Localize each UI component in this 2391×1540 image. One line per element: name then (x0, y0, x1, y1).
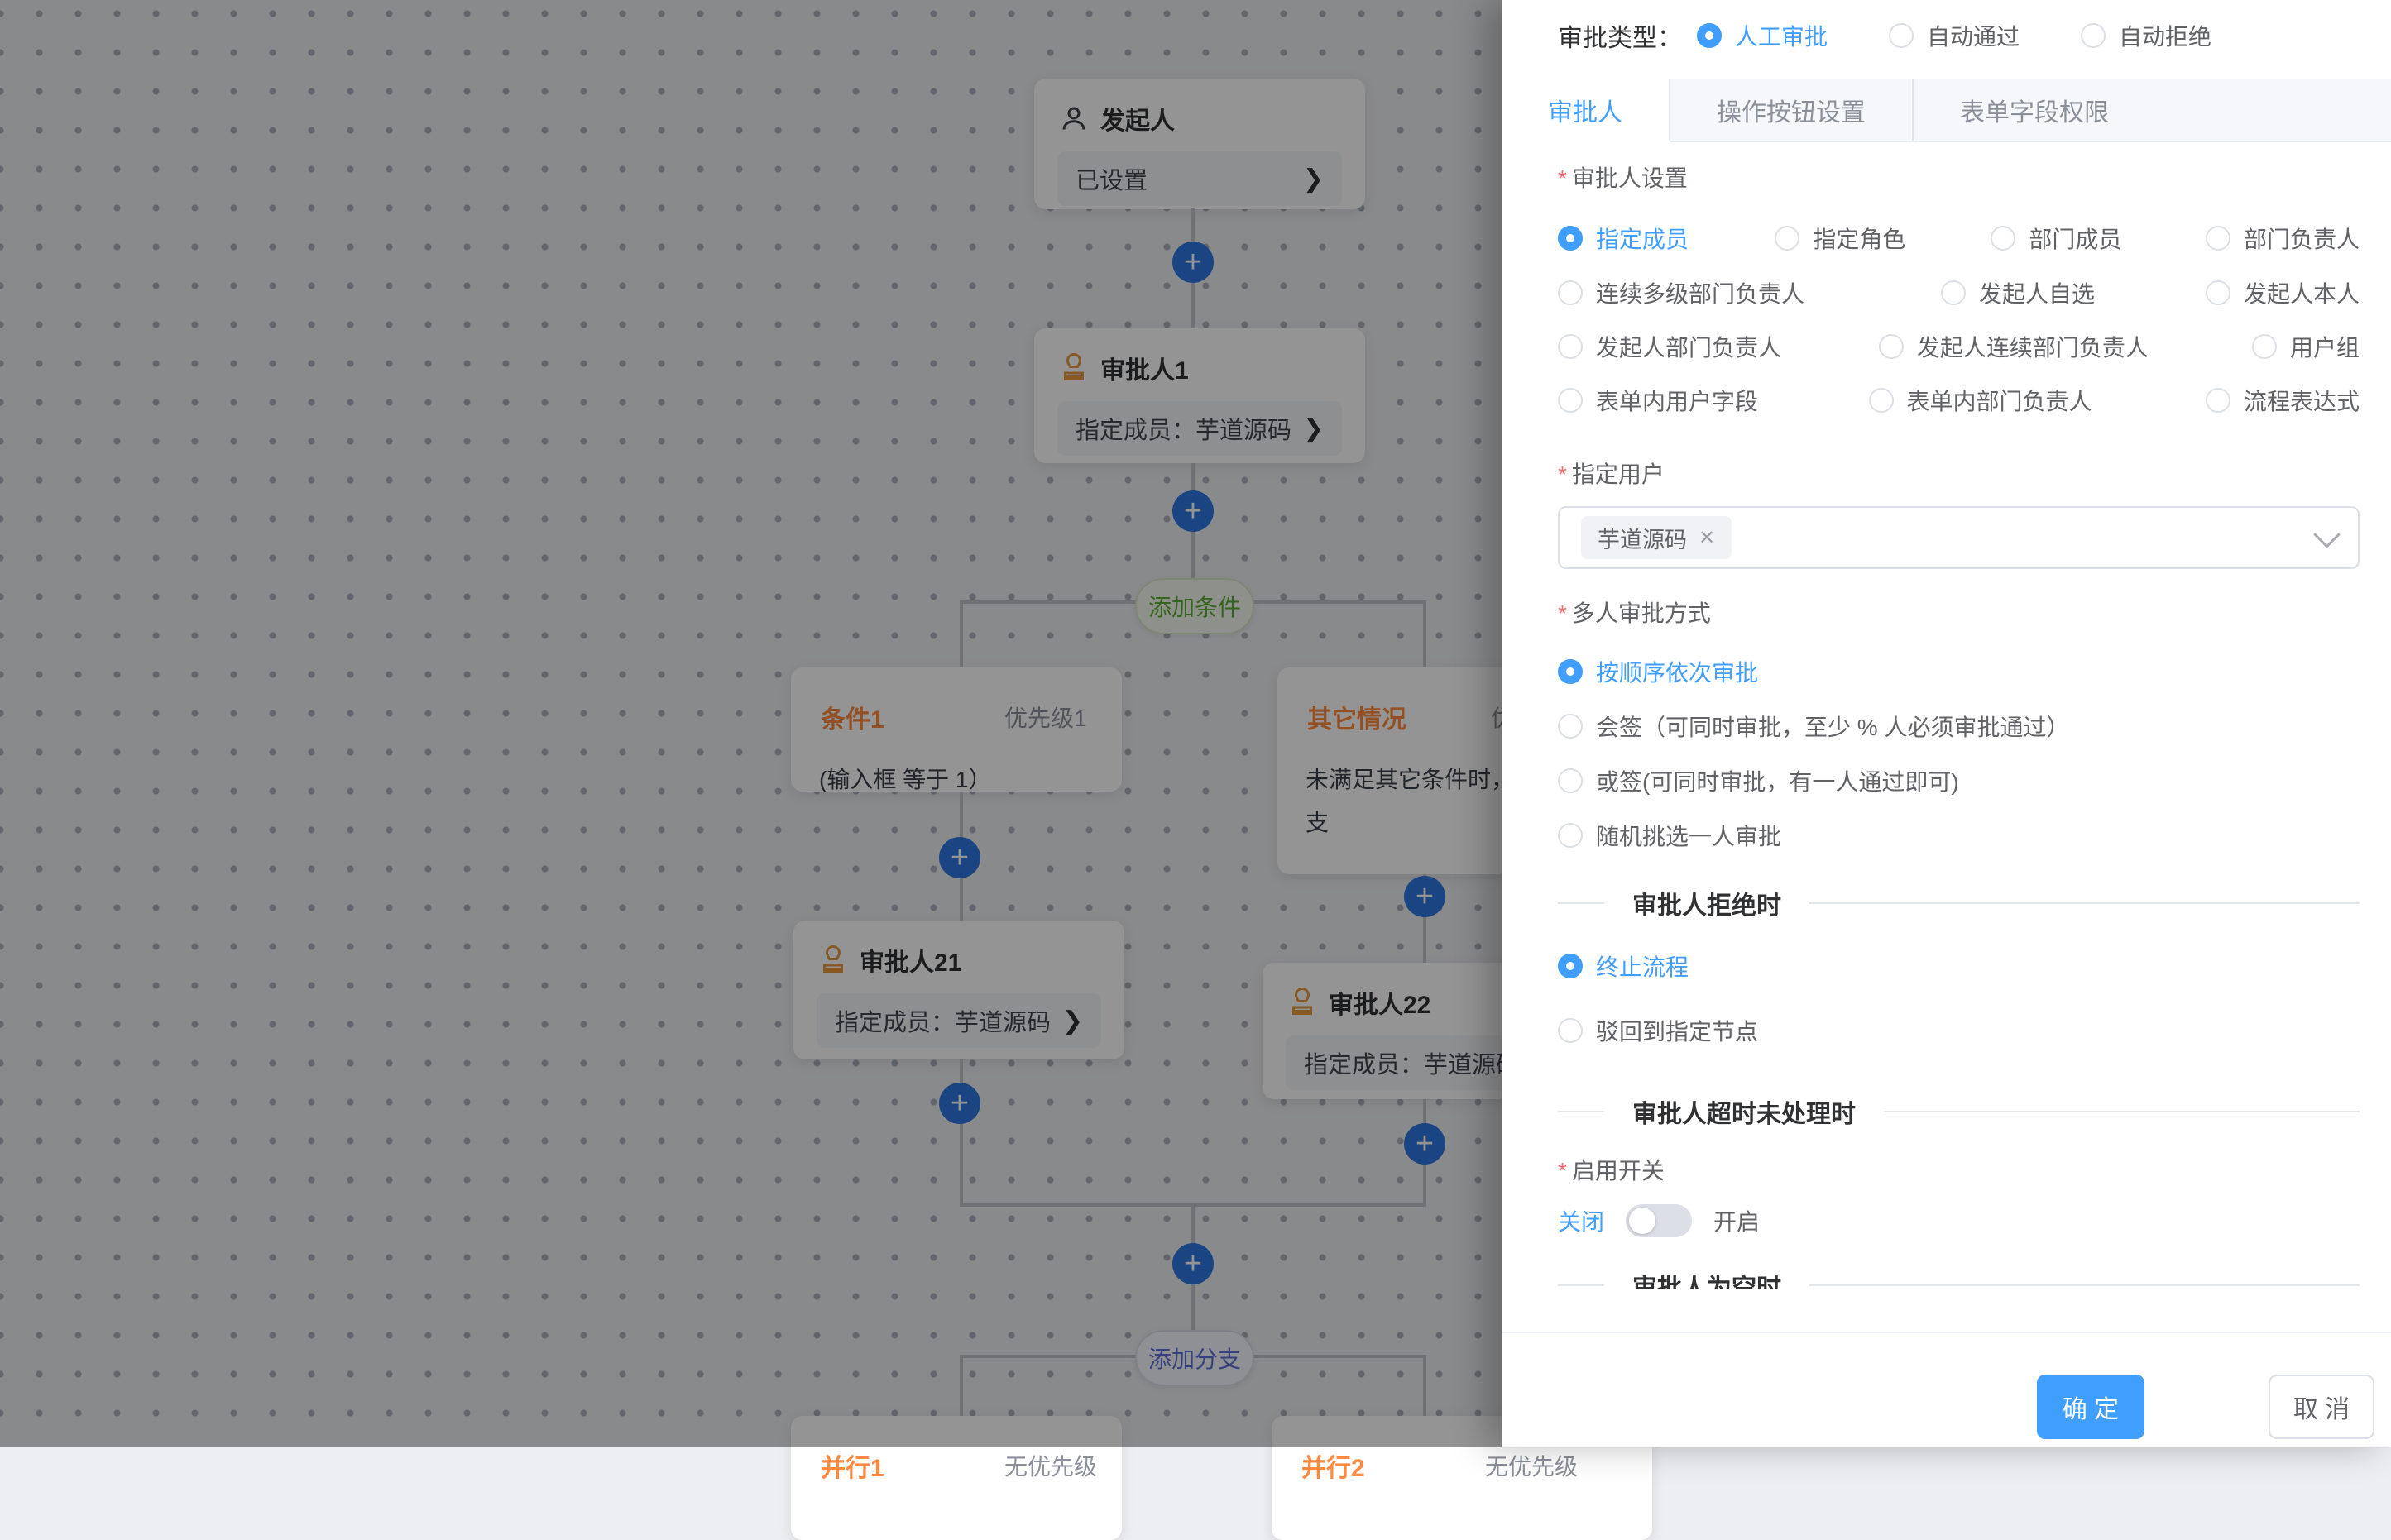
tab-approver[interactable]: 审批人 (1502, 79, 1670, 142)
radio-icon (1869, 388, 1894, 413)
user-tag: 芋道源码 ✕ (1581, 516, 1732, 559)
radio-form-user-field[interactable]: 表单内用户字段 (1558, 384, 1869, 417)
timeout-divider: 审批人超时未处理时 (1558, 1093, 2360, 1130)
radio-starter-multi-dept-leader[interactable]: 发起人连续部门负责人 (1879, 330, 2252, 363)
radio-icon (1889, 23, 1914, 48)
approval-type-row: 审批类型： 人工审批 自动通过 自动拒绝 (1558, 12, 2374, 60)
radio-random-one[interactable]: 随机挑选一人审批 (1558, 819, 2360, 852)
radio-icon (1775, 226, 1799, 251)
empty-approver-section-title: 审批人为空时 (1632, 1267, 1781, 1289)
radio-icon (1558, 388, 1583, 413)
empty-approver-divider: 审批人为空时 (1558, 1267, 2360, 1289)
radio-process-expression[interactable]: 流程表达式 (2206, 384, 2360, 417)
approver-settings-drawer: 审批类型： 人工审批 自动通过 自动拒绝 审批人 操作按钮设置 表单字段权限 *… (1502, 0, 2391, 1447)
assign-options-row2: 连续多级部门负责人 发起人自选 发起人本人 (1558, 276, 2360, 309)
drawer-footer: 确 定 取 消 (1502, 1332, 2391, 1447)
timeout-toggle[interactable] (1626, 1204, 1692, 1237)
switch-off-label: 关闭 (1558, 1204, 1604, 1237)
radio-user-group[interactable]: 用户组 (2252, 330, 2360, 363)
radio-icon (1558, 659, 1583, 684)
radio-icon (2206, 226, 2230, 251)
radio-icon (1558, 334, 1583, 359)
radio-auto-reject[interactable]: 自动拒绝 (2081, 19, 2211, 52)
radio-icon (1558, 280, 1583, 305)
timeout-section-title: 审批人超时未处理时 (1632, 1093, 1856, 1130)
branch-title: 并行1 (821, 1447, 884, 1484)
radio-icon (1697, 23, 1722, 48)
radio-icon (1558, 226, 1583, 251)
settings-tabbar: 审批人 操作按钮设置 表单字段权限 (1502, 79, 2391, 142)
assign-user-label: *指定用户 (1558, 457, 2360, 490)
radio-terminate-process[interactable]: 终止流程 (1558, 949, 2360, 983)
radio-auto-approve[interactable]: 自动通过 (1889, 19, 2020, 52)
drawer-body[interactable]: *审批人设置 指定成员 指定角色 部门成员 部门负责人 连续多级部门负责人 发起… (1502, 142, 2391, 1289)
radio-starter-select[interactable]: 发起人自选 (1941, 276, 2206, 309)
tab-form-field-permission[interactable]: 表单字段权限 (1914, 79, 2155, 141)
tab-action-buttons[interactable]: 操作按钮设置 (1670, 79, 1914, 141)
radio-dept-leader[interactable]: 部门负责人 (2206, 222, 2360, 255)
branch-title: 并行2 (1301, 1447, 1365, 1484)
radio-assign-role[interactable]: 指定角色 (1775, 222, 1991, 255)
radio-icon (1558, 768, 1583, 793)
radio-icon (2206, 280, 2230, 305)
radio-countersign[interactable]: 会签（可同时审批，至少 % 人必须审批通过） (1558, 710, 2360, 743)
multi-mode-label: *多人审批方式 (1558, 595, 2360, 629)
timeout-switch-row: 关闭 开启 (1558, 1204, 2360, 1237)
approver-setting-label: *审批人设置 (1558, 160, 2360, 194)
radio-form-dept-leader[interactable]: 表单内部门负责人 (1869, 384, 2206, 417)
radio-icon (1558, 714, 1583, 739)
radio-multi-level-dept-leader[interactable]: 连续多级部门负责人 (1558, 276, 1941, 309)
assign-options-row4: 表单内用户字段 表单内部门负责人 流程表达式 (1558, 384, 2360, 417)
radio-icon (1558, 823, 1583, 848)
radio-icon (1558, 954, 1583, 978)
radio-assign-member[interactable]: 指定成员 (1558, 222, 1775, 255)
switch-on-label: 开启 (1713, 1204, 1760, 1237)
radio-sequential[interactable]: 按顺序依次审批 (1558, 655, 2360, 688)
radio-dept-member[interactable]: 部门成员 (1991, 222, 2206, 255)
radio-icon (1941, 280, 1966, 305)
chevron-down-icon (2313, 521, 2341, 548)
confirm-button[interactable]: 确 定 (2037, 1375, 2144, 1439)
radio-icon (1879, 334, 1904, 359)
radio-icon (2081, 23, 2106, 48)
assign-user-select[interactable]: 芋道源码 ✕ (1558, 506, 2360, 569)
tag-close-icon[interactable]: ✕ (1699, 526, 1715, 550)
radio-starter-dept-leader[interactable]: 发起人部门负责人 (1558, 330, 1879, 363)
enable-switch-label: *启用开关 (1558, 1153, 2360, 1186)
reject-section-title: 审批人拒绝时 (1632, 885, 1781, 921)
radio-starter-self[interactable]: 发起人本人 (2206, 276, 2360, 309)
radio-icon (1991, 226, 2015, 251)
radio-orsign[interactable]: 或签(可同时审批，有一人通过即可) (1558, 764, 2360, 797)
radio-icon (1558, 1018, 1583, 1043)
cancel-button[interactable]: 取 消 (2269, 1375, 2374, 1439)
reject-divider: 审批人拒绝时 (1558, 885, 2360, 921)
approval-type-label: 审批类型： (1558, 17, 1682, 54)
radio-manual-approval[interactable]: 人工审批 (1697, 19, 1828, 52)
branch-priority: 无优先级 (1485, 1449, 1578, 1482)
branch-priority: 无优先级 (1004, 1449, 1097, 1482)
radio-return-to-node[interactable]: 驳回到指定节点 (1558, 1014, 2360, 1047)
assign-options-row1: 指定成员 指定角色 部门成员 部门负责人 (1558, 222, 2360, 255)
radio-icon (2252, 334, 2277, 359)
radio-icon (2206, 388, 2230, 413)
assign-options-row3: 发起人部门负责人 发起人连续部门负责人 用户组 (1558, 330, 2360, 363)
